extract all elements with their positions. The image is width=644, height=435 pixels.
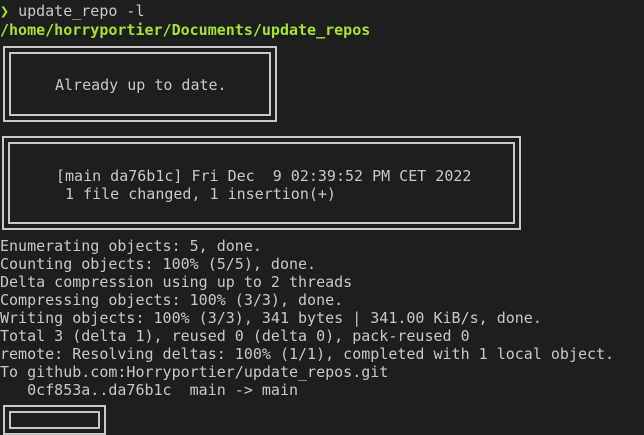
output-line: To github.com:Horryportier/update_repos.… [0, 363, 389, 381]
output-line: Enumerating objects: 5, done. [0, 237, 262, 255]
next-box [3, 405, 106, 435]
output-line: Counting objects: 100% (5/5), done. [0, 255, 317, 273]
output-line: remote: Resolving deltas: 100% (1/1), co… [0, 345, 615, 363]
output-line: Total 3 (delta 1), reused 0 (delta 0), p… [0, 327, 470, 345]
output-line: Compressing objects: 100% (3/3), done. [0, 291, 344, 309]
command-line: ❯ update_repo -l [0, 2, 145, 20]
output-line: Writing objects: 100% (3/3), 341 bytes |… [0, 309, 542, 327]
output-line: 0cf853a..da76b1c main -> main [0, 381, 299, 399]
status-text: Already up to date. [55, 76, 227, 94]
command-text: update_repo -l [18, 2, 145, 20]
cwd-path: /home/horryportier/Documents/update_repo… [0, 21, 371, 39]
commit-box: [main da76b1c] Fri Dec 9 02:39:52 PM CET… [2, 136, 521, 230]
status-box: Already up to date. [3, 46, 277, 122]
output-line: Delta compression using up to 2 threads [0, 273, 353, 291]
prompt-icon: ❯ [0, 2, 10, 20]
commit-summary: 1 file changed, 1 insertion(+) [56, 185, 336, 203]
commit-line: [main da76b1c] Fri Dec 9 02:39:52 PM CET… [56, 167, 472, 185]
